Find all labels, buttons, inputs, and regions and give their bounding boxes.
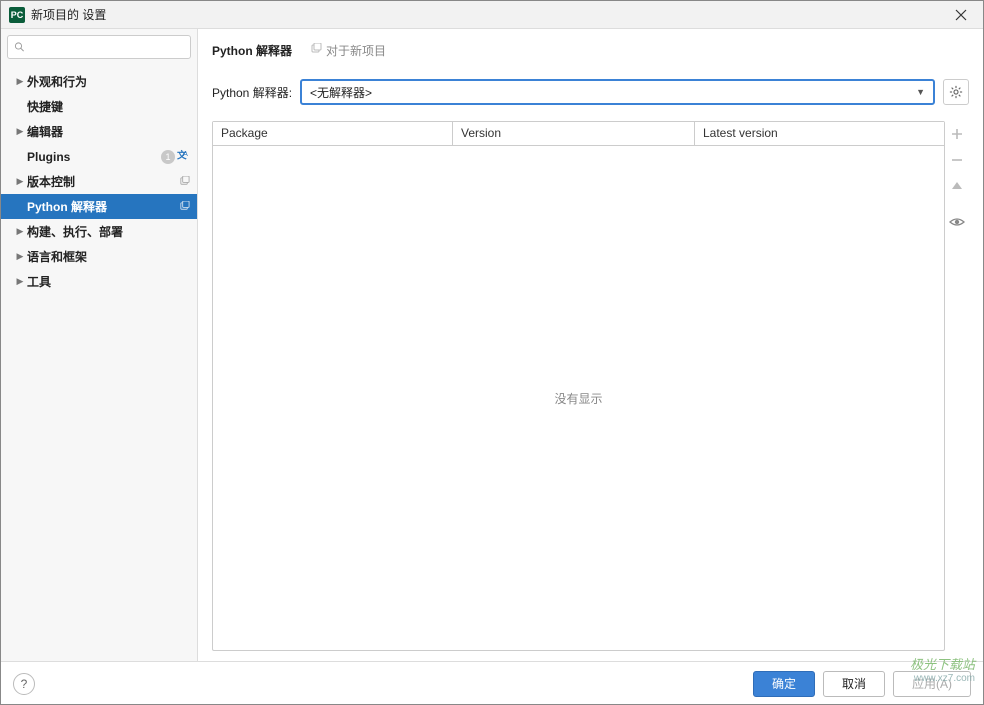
window-title: 新项目的 设置 xyxy=(31,6,947,23)
add-package-button[interactable] xyxy=(948,125,966,143)
sidebar-item-appearance[interactable]: ▶ 外观和行为 xyxy=(1,69,197,94)
column-version[interactable]: Version xyxy=(453,122,695,145)
sidebar-item-languages[interactable]: ▶ 语言和框架 xyxy=(1,244,197,269)
sidebar-item-label: 语言和框架 xyxy=(27,248,191,265)
help-icon: ? xyxy=(21,677,28,691)
chevron-right-icon: ▶ xyxy=(13,76,27,87)
chevron-right-icon: ▶ xyxy=(13,176,27,187)
close-button[interactable] xyxy=(947,3,975,27)
sidebar-item-label: Python 解释器 xyxy=(27,198,177,215)
column-latest[interactable]: Latest version xyxy=(695,122,944,145)
show-early-releases-button[interactable] xyxy=(948,213,966,231)
table-header: Package Version Latest version xyxy=(213,122,944,146)
sidebar-item-label: Plugins xyxy=(27,150,161,164)
apply-button[interactable]: 应用(A) xyxy=(893,671,971,697)
sidebar-item-python-interpreter[interactable]: Python 解释器 xyxy=(1,194,197,219)
empty-text: 没有显示 xyxy=(554,390,602,407)
search-wrap xyxy=(1,29,197,65)
chevron-right-icon: ▶ xyxy=(13,126,27,137)
sidebar-item-label: 编辑器 xyxy=(27,123,191,140)
chevron-right-icon: ▶ xyxy=(13,251,27,262)
copy-icon xyxy=(177,176,191,187)
upgrade-package-button[interactable] xyxy=(948,177,966,195)
page-title: Python 解释器 xyxy=(212,42,292,59)
chevron-right-icon: ▶ xyxy=(13,226,27,237)
search-input[interactable] xyxy=(29,40,184,54)
packages-table: Package Version Latest version 没有显示 xyxy=(212,121,945,651)
triangle-up-icon xyxy=(951,180,963,192)
cancel-button[interactable]: 取消 xyxy=(823,671,885,697)
sidebar-item-plugins[interactable]: Plugins 1 文A xyxy=(1,144,197,169)
table-side-buttons xyxy=(945,121,969,651)
main-area: ▶ 外观和行为 快捷键 ▶ 编辑器 Plugins 1 文A ▶ xyxy=(1,29,983,661)
sidebar-item-editor[interactable]: ▶ 编辑器 xyxy=(1,119,197,144)
plus-icon xyxy=(951,128,963,140)
breadcrumb: Python 解释器 对于新项目 xyxy=(212,39,969,61)
titlebar: PC 新项目的 设置 xyxy=(1,1,983,29)
sidebar-item-tools[interactable]: ▶ 工具 xyxy=(1,269,197,294)
translate-icon: 文A xyxy=(177,148,191,165)
interpreter-label: Python 解释器: xyxy=(212,84,292,101)
app-icon: PC xyxy=(9,7,25,23)
sidebar-item-keymap[interactable]: 快捷键 xyxy=(1,94,197,119)
copy-icon xyxy=(310,43,322,58)
sidebar: ▶ 外观和行为 快捷键 ▶ 编辑器 Plugins 1 文A ▶ xyxy=(1,29,198,661)
plugins-badge: 1 xyxy=(161,150,175,164)
copy-icon xyxy=(177,201,191,212)
subtitle-text: 对于新项目 xyxy=(326,42,386,59)
packages-table-wrap: Package Version Latest version 没有显示 xyxy=(212,121,969,651)
gear-icon xyxy=(949,85,963,99)
sidebar-item-label: 版本控制 xyxy=(27,173,177,190)
interpreter-settings-button[interactable] xyxy=(943,79,969,105)
help-button[interactable]: ? xyxy=(13,673,35,695)
eye-icon xyxy=(949,216,965,228)
sidebar-item-build[interactable]: ▶ 构建、执行、部署 xyxy=(1,219,197,244)
column-package[interactable]: Package xyxy=(213,122,453,145)
sidebar-item-label: 工具 xyxy=(27,273,191,290)
footer: ? 确定 取消 应用(A) xyxy=(1,661,983,705)
svg-text:A: A xyxy=(183,151,188,158)
sidebar-item-label: 快捷键 xyxy=(27,98,191,115)
sidebar-item-label: 外观和行为 xyxy=(27,73,191,90)
search-icon xyxy=(14,41,25,53)
page-subtitle: 对于新项目 xyxy=(310,42,386,59)
sidebar-item-label: 构建、执行、部署 xyxy=(27,223,191,240)
interpreter-select[interactable]: <无解释器> ▼ xyxy=(300,79,935,105)
chevron-down-icon: ▼ xyxy=(916,87,925,97)
ok-button[interactable]: 确定 xyxy=(753,671,815,697)
sidebar-item-vcs[interactable]: ▶ 版本控制 xyxy=(1,169,197,194)
settings-tree: ▶ 外观和行为 快捷键 ▶ 编辑器 Plugins 1 文A ▶ xyxy=(1,65,197,298)
remove-package-button[interactable] xyxy=(948,151,966,169)
close-icon xyxy=(955,9,967,21)
interpreter-value: <无解释器> xyxy=(310,84,916,101)
search-box[interactable] xyxy=(7,35,191,59)
table-body: 没有显示 xyxy=(213,146,944,650)
minus-icon xyxy=(951,154,963,166)
content-panel: Python 解释器 对于新项目 Python 解释器: <无解释器> ▼ xyxy=(198,29,983,661)
chevron-right-icon: ▶ xyxy=(13,276,27,287)
interpreter-row: Python 解释器: <无解释器> ▼ xyxy=(212,79,969,105)
